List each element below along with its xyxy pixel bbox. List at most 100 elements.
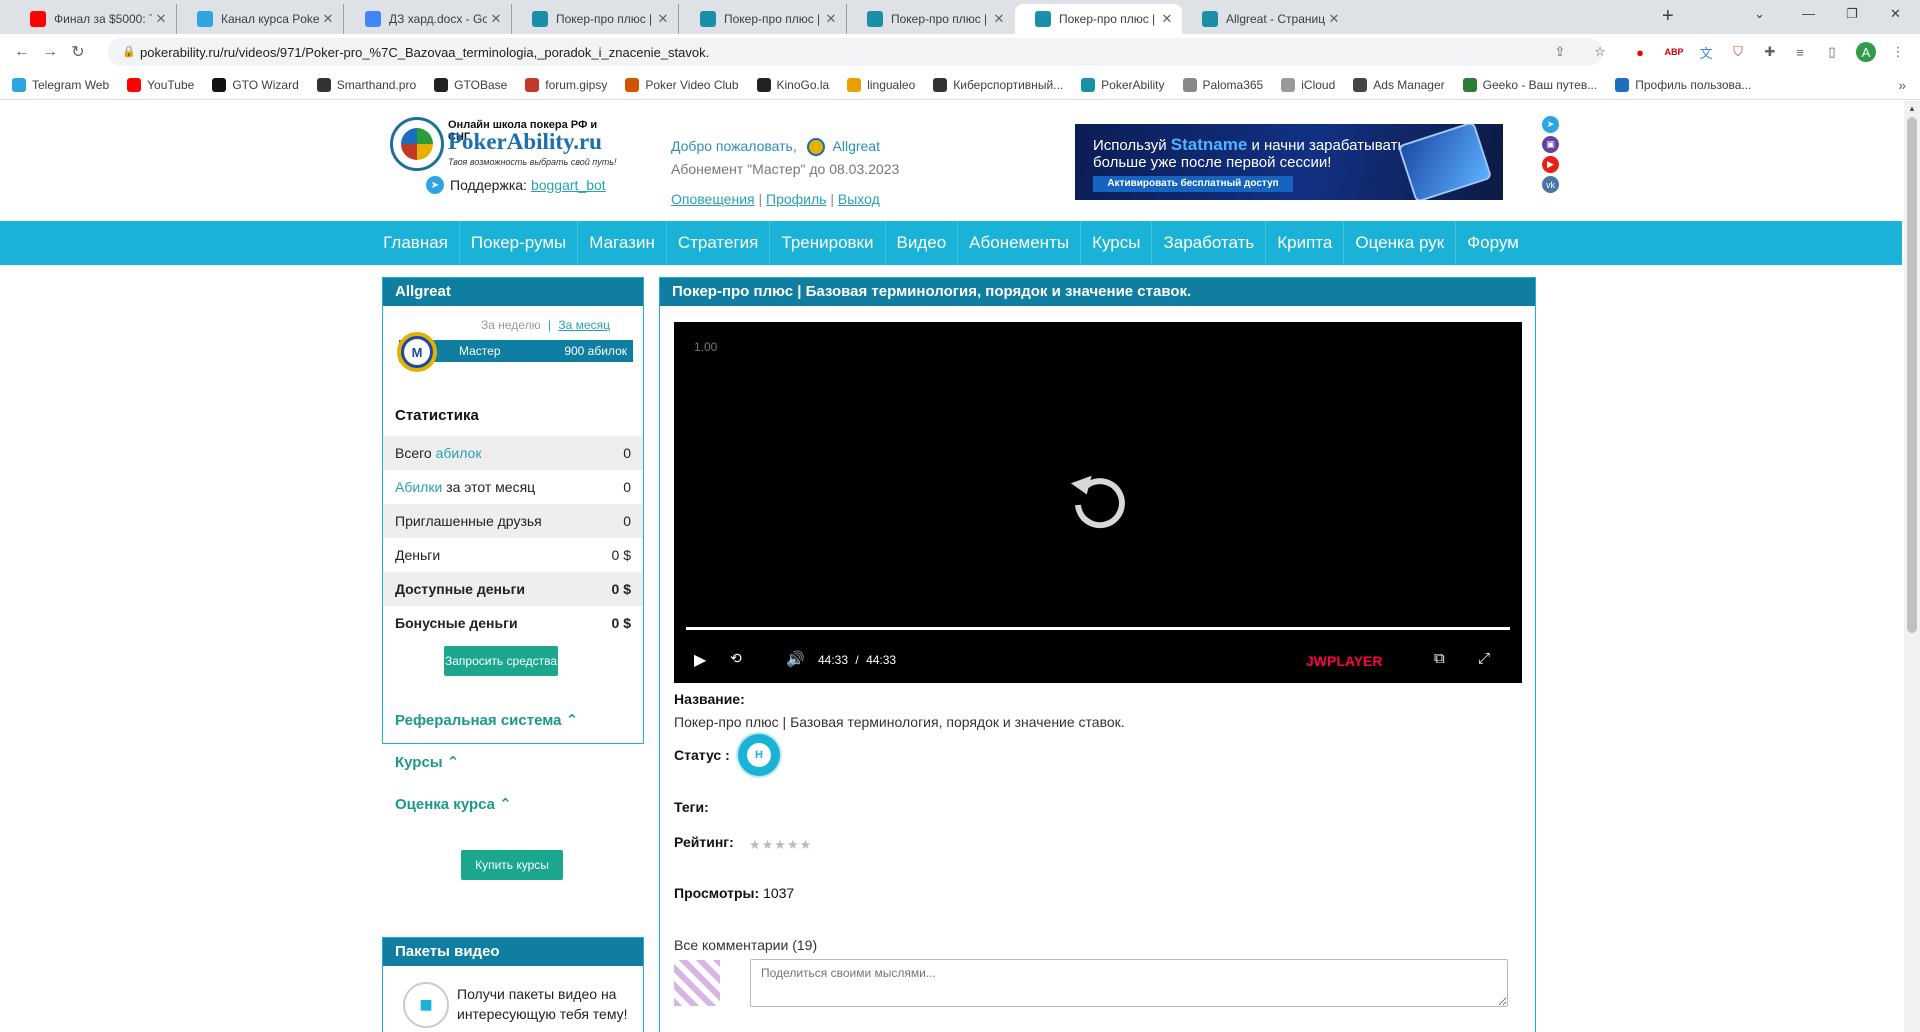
bookmarks-overflow-icon[interactable]: » — [1898, 77, 1906, 93]
bookmark-item[interactable]: Poker Video Club — [625, 77, 739, 92]
browser-menu-icon[interactable]: ⋮ — [1888, 42, 1908, 62]
nav-item[interactable]: Крипта — [1266, 221, 1345, 265]
twitch-social-icon[interactable]: ▣ — [1542, 136, 1559, 153]
bookmark-item[interactable]: Smarthand.pro — [316, 77, 416, 92]
nav-item[interactable]: Тренировки — [770, 221, 886, 265]
video-packs-text[interactable]: Получи пакеты видео на интересующую тебя… — [457, 984, 628, 1024]
fullscreen-icon[interactable]: ⤢ — [1478, 650, 1490, 667]
bookmark-item[interactable]: Киберспортивный... — [933, 77, 1063, 92]
scroll-up-icon[interactable]: ▲ — [1908, 104, 1916, 113]
bookmark-star-icon[interactable]: ☆ — [1590, 42, 1610, 62]
bookmark-item[interactable]: iCloud — [1281, 77, 1335, 92]
site-logo[interactable]: Онлайн школа покера РФ и СНГ PokerAbilit… — [390, 115, 620, 175]
nav-item[interactable]: Стратегия — [667, 221, 771, 265]
browser-tab[interactable]: Покер-про плюс | Базова✕ — [1015, 4, 1182, 34]
bookmark-item[interactable]: lingualeo — [847, 77, 915, 92]
rewind-10-icon[interactable]: ⟲ — [730, 650, 742, 667]
buy-courses-button[interactable]: Купить курсы — [461, 850, 563, 880]
tab-search-icon[interactable]: ⌄ — [1754, 6, 1765, 22]
play-icon[interactable]: ▶ — [694, 650, 706, 670]
support-link[interactable]: boggart_bot — [531, 177, 606, 193]
header-username[interactable]: Allgreat — [833, 138, 880, 154]
bookmark-item[interactable]: Профиль пользова... — [1615, 77, 1751, 92]
nav-item[interactable]: Покер-румы — [460, 221, 579, 265]
close-tab-icon[interactable]: ✕ — [654, 11, 672, 27]
browser-tab[interactable]: Покер-про плюс | Селект✕ — [680, 4, 847, 34]
forward-button[interactable]: → — [36, 43, 64, 61]
youtube-social-icon[interactable]: ▶ — [1542, 156, 1559, 173]
nav-item[interactable]: Форум — [1456, 221, 1530, 265]
bookmark-item[interactable]: Telegram Web — [12, 77, 109, 92]
bookmark-item[interactable]: forum.gipsy — [525, 77, 607, 92]
browser-tab[interactable]: Покер-про плюс | Обучен✕ — [847, 4, 1014, 34]
volume-icon[interactable]: 🔊 — [786, 650, 805, 668]
stat-label-link[interactable]: абилок — [436, 445, 482, 461]
picture-in-picture-icon[interactable]: ⧉ — [1434, 650, 1445, 667]
browser-tab[interactable]: Покер-про плюс | Преод✕ — [512, 4, 679, 34]
page-scrollbar[interactable]: ▲ — [1904, 101, 1920, 1032]
close-tab-icon[interactable]: ✕ — [152, 11, 170, 27]
browser-tab[interactable]: Канал курса PokerPro 202✕ — [177, 4, 344, 34]
nav-item[interactable]: Магазин — [578, 221, 667, 265]
profile-avatar-icon[interactable]: A — [1856, 42, 1876, 62]
extensions-icon[interactable]: ✚ — [1760, 42, 1780, 62]
restore-button[interactable]: ❐ — [1846, 6, 1858, 22]
close-window-button[interactable]: ✕ — [1890, 6, 1901, 22]
courses-toggle[interactable]: Курсы ⌃ — [395, 753, 459, 771]
rating-stars[interactable]: ★★★★★ — [749, 837, 812, 853]
nav-item[interactable]: Оценка рук — [1344, 221, 1457, 265]
filter-week[interactable]: За неделю — [481, 318, 541, 332]
profile-link[interactable]: Профиль — [766, 191, 826, 207]
nav-item[interactable]: Абонементы — [958, 221, 1082, 265]
bookmark-item[interactable]: Paloma365 — [1182, 77, 1263, 92]
browser-tab[interactable]: Финал за $5000: ТОП-1 ОГ✕ — [10, 4, 177, 34]
close-tab-icon[interactable]: ✕ — [1325, 11, 1343, 27]
stat-label-link[interactable]: Абилки — [395, 479, 442, 495]
filter-month[interactable]: За месяц — [558, 318, 610, 332]
bookmark-item[interactable]: YouTube — [127, 77, 194, 92]
bookmark-item[interactable]: PokerAbility — [1081, 77, 1165, 92]
status-badge[interactable]: Н — [738, 734, 780, 776]
banner-activate-button[interactable]: Активировать бесплатный доступ — [1093, 176, 1293, 192]
replay-icon[interactable] — [1065, 465, 1135, 535]
nav-item[interactable]: Видео — [886, 221, 959, 265]
side-panel-icon[interactable]: ▯ — [1822, 42, 1842, 62]
bookmark-item[interactable]: GTOBase — [434, 77, 507, 92]
back-button[interactable]: ← — [8, 43, 36, 61]
close-tab-icon[interactable]: ✕ — [487, 11, 505, 27]
new-tab-button[interactable]: + — [1662, 6, 1674, 26]
opera-extension-icon[interactable]: ● — [1630, 42, 1650, 62]
close-tab-icon[interactable]: ✕ — [990, 11, 1008, 27]
nav-item[interactable]: Заработать — [1152, 221, 1267, 265]
request-funds-button[interactable]: Запросить средства — [444, 646, 558, 676]
close-tab-icon[interactable]: ✕ — [822, 11, 840, 27]
close-tab-icon[interactable]: ✕ — [319, 11, 337, 27]
bookmark-item[interactable]: Ads Manager — [1353, 77, 1445, 92]
video-player[interactable]: 1.00 ▶ ⟲ 🔊 44:33 / 44:33 JWPLAYER ⧉ ⤢ — [674, 322, 1522, 683]
progress-track[interactable] — [686, 627, 1510, 630]
browser-tab[interactable]: Allgreat - Страница 2 - Бл✕ — [1182, 4, 1349, 34]
shield-extension-icon[interactable]: ⛉ — [1728, 42, 1748, 62]
reload-button[interactable]: ↻ — [64, 42, 92, 62]
nav-item[interactable]: Главная — [372, 221, 460, 265]
referral-toggle[interactable]: Реферальная система ⌃ — [395, 711, 578, 729]
browser-tab[interactable]: ДЗ хард.docx - Google До✕ — [345, 4, 512, 34]
nav-item[interactable]: Курсы — [1081, 221, 1153, 265]
minimize-button[interactable]: — — [1802, 6, 1815, 21]
logout-link[interactable]: Выход — [838, 191, 880, 207]
vk-social-icon[interactable]: vk — [1542, 176, 1559, 193]
notifications-link[interactable]: Оповещения — [671, 191, 755, 207]
translate-icon[interactable]: 文 — [1696, 42, 1716, 62]
close-tab-icon[interactable]: ✕ — [1158, 11, 1176, 27]
url-field[interactable]: 🔒 pokerability.ru/ru/videos/971/Poker-pr… — [108, 38, 1603, 66]
share-icon[interactable]: ⇪ — [1550, 42, 1570, 62]
adblock-icon[interactable]: ABP — [1664, 42, 1684, 62]
bookmark-item[interactable]: Geeko - Ваш путев... — [1462, 77, 1597, 92]
telegram-social-icon[interactable]: ➤ — [1542, 116, 1559, 133]
scroll-thumb[interactable] — [1907, 117, 1917, 633]
jwplayer-logo[interactable]: JWPLAYER — [1306, 653, 1383, 669]
bookmark-item[interactable]: KinoGo.la — [756, 77, 829, 92]
course-rating-toggle[interactable]: Оценка курса ⌃ — [395, 795, 512, 813]
reading-list-icon[interactable]: ≡ — [1790, 42, 1810, 62]
statname-banner[interactable]: Используй Statname и начни зарабатывать … — [1075, 124, 1503, 200]
